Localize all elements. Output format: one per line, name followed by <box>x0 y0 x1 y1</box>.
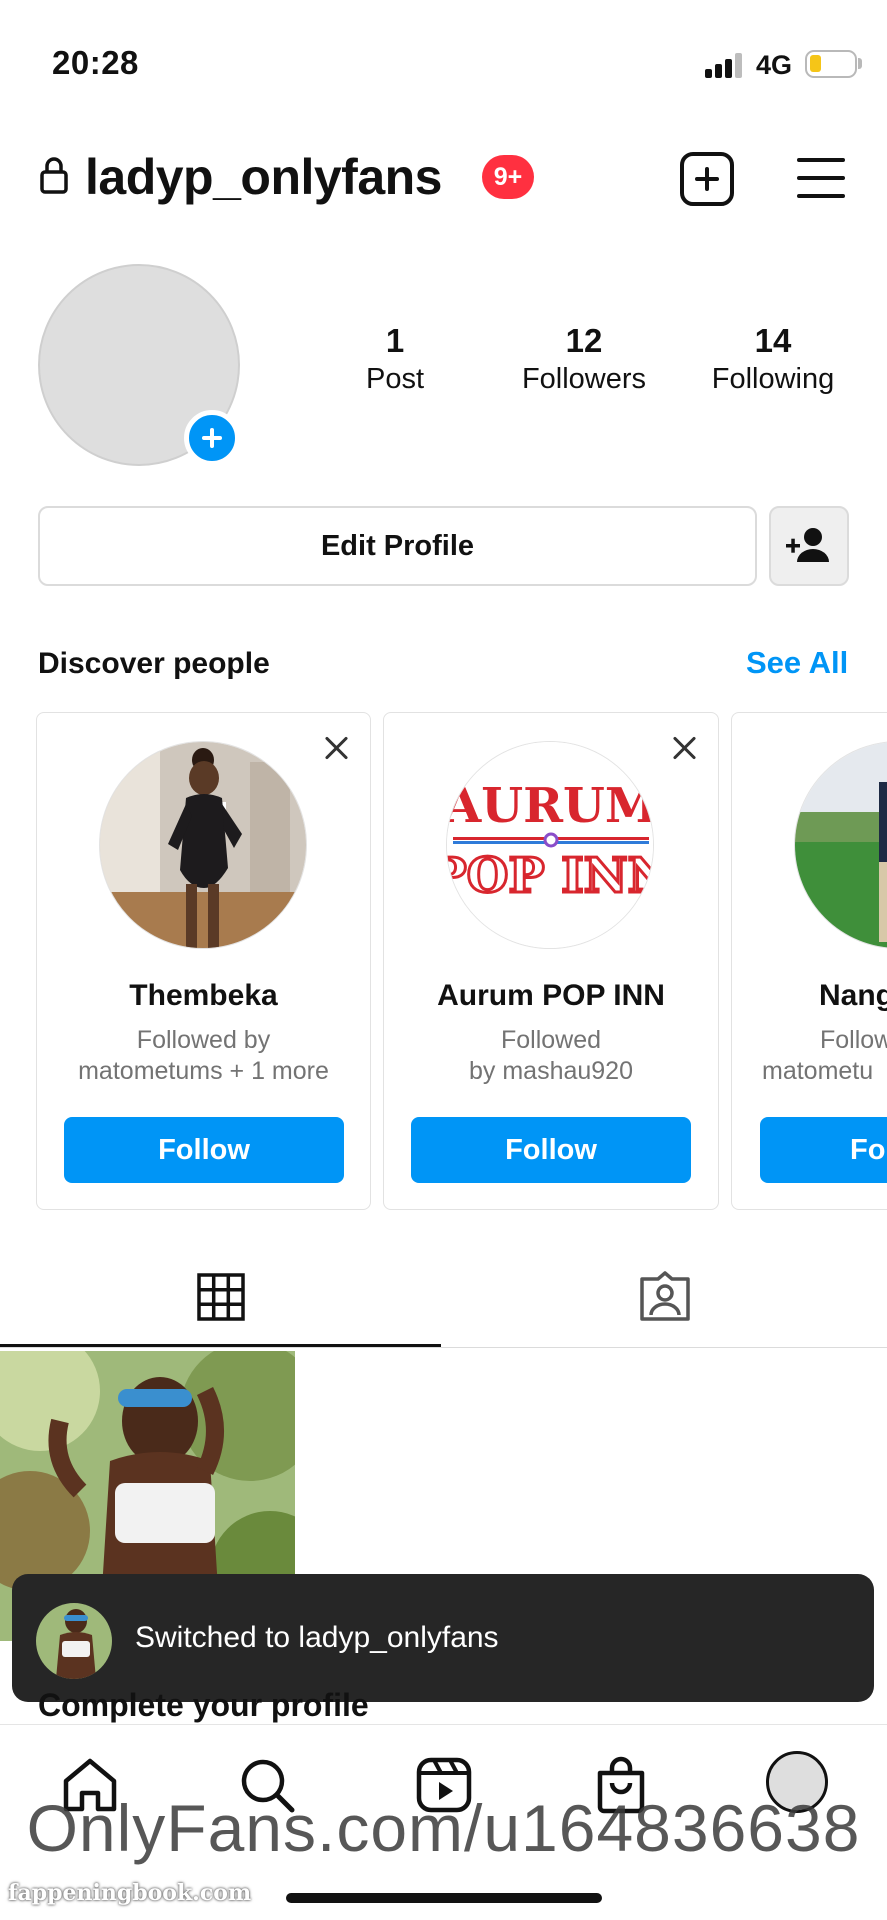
logo-text: POP INN <box>447 848 654 904</box>
stat-label: Post <box>365 363 425 395</box>
subtitle-line: matometu <box>762 1057 874 1085</box>
tabs-divider <box>0 1347 887 1348</box>
discover-people-button[interactable] <box>769 506 849 586</box>
follow-button[interactable]: Follow <box>411 1117 691 1183</box>
dismiss-icon[interactable] <box>672 735 698 761</box>
suggestion-avatar[interactable] <box>99 741 307 949</box>
subtitle-line: matometums + 1 more <box>78 1057 329 1085</box>
stat-posts[interactable]: 1 Post <box>310 322 480 398</box>
suggestion-subtitle: Follow matometu <box>762 1025 887 1087</box>
toast-avatar <box>36 1603 112 1679</box>
network-type: 4G <box>756 50 793 80</box>
menu-button[interactable] <box>797 158 845 198</box>
suggestion-avatar[interactable]: AURUM POP INN <box>446 741 654 949</box>
tagged-icon <box>640 1271 690 1321</box>
status-time: 20:28 <box>52 44 139 81</box>
suggestion-card[interactable]: Nang Follow matometu Fo <box>731 712 887 1210</box>
logo-text: AURUM <box>447 778 654 834</box>
add-story-button[interactable] <box>184 410 240 466</box>
suggestion-name[interactable]: Aurum POP INN <box>384 979 718 1013</box>
notification-badge: 9+ <box>482 155 534 199</box>
stat-following[interactable]: 14 Following <box>688 322 858 398</box>
suggestion-avatar[interactable] <box>794 741 887 949</box>
dismiss-icon[interactable] <box>324 735 350 761</box>
edit-profile-button[interactable]: Edit Profile <box>38 506 757 586</box>
suggestion-card[interactable]: AURUM POP INN Aurum POP INN Followed by … <box>383 712 719 1210</box>
subtitle-line: Followed <box>500 1026 602 1054</box>
suggestion-name[interactable]: Thembeka <box>37 979 370 1013</box>
tab-tagged[interactable] <box>441 1262 887 1348</box>
suggestion-subtitle: Followed by mashau920 <box>384 1025 718 1087</box>
stat-value: 12 <box>565 322 603 359</box>
lock-icon <box>40 157 68 194</box>
home-indicator[interactable] <box>286 1893 602 1903</box>
subtitle-line: Follow <box>820 1026 887 1054</box>
create-post-button[interactable] <box>680 152 734 206</box>
grid-icon <box>197 1273 245 1321</box>
account-username[interactable]: ladyp_onlyfans <box>85 148 443 206</box>
toast-message: Switched to ladyp_onlyfans <box>135 1621 499 1654</box>
suggestion-subtitle: Followed by matometums + 1 more <box>37 1025 370 1087</box>
suggestion-name[interactable]: Nang <box>819 979 887 1013</box>
watermark-text: OnlyFans.com/u164836638 <box>26 1791 861 1865</box>
stat-followers[interactable]: 12 Followers <box>499 322 669 398</box>
follow-button[interactable]: Fo <box>760 1117 887 1183</box>
stat-label: Following <box>711 363 835 395</box>
battery-icon <box>805 50 857 78</box>
signal-icon <box>705 52 745 78</box>
stat-value: 1 <box>385 322 405 359</box>
add-person-icon <box>786 528 829 562</box>
complete-profile-title: Complete your profile <box>38 1687 369 1723</box>
stat-label: Followers <box>521 363 647 395</box>
stat-value: 14 <box>754 322 792 359</box>
subtitle-line: Followed by <box>136 1026 271 1054</box>
suggestion-card[interactable]: Thembeka Followed by matometums + 1 more… <box>36 712 371 1210</box>
site-watermark: fappeningbook.com <box>8 1880 252 1906</box>
tab-posts-grid[interactable] <box>0 1262 441 1348</box>
discover-people-title: Discover people <box>38 647 270 680</box>
follow-button[interactable]: Follow <box>64 1117 344 1183</box>
subtitle-line: by mashau920 <box>468 1057 633 1085</box>
see-all-link[interactable]: See All <box>746 645 848 681</box>
